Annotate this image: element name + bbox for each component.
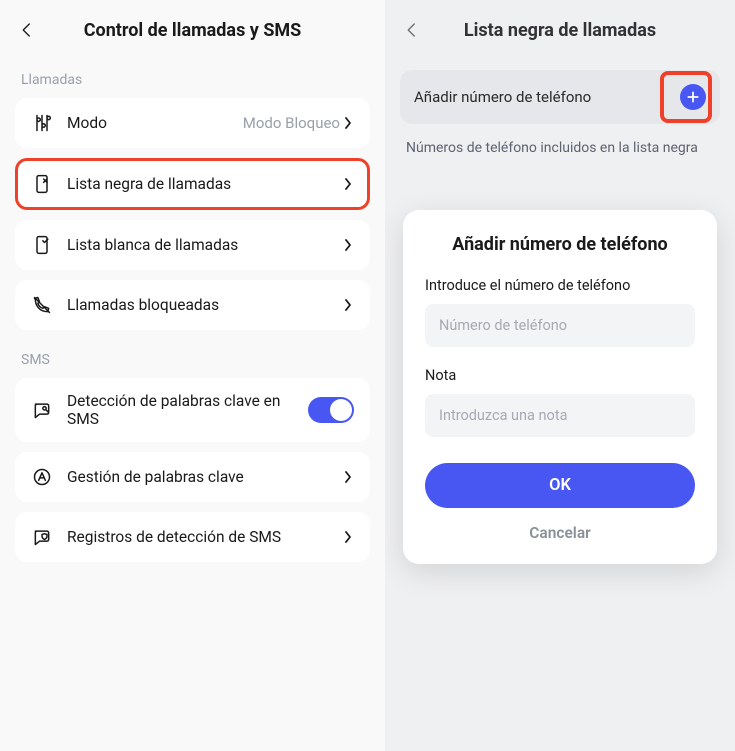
chevron-right-icon: [344, 531, 354, 543]
phone-label: Introduce el número de teléfono: [425, 277, 695, 294]
page-title: Control de llamadas y SMS: [39, 20, 346, 41]
mode-value: Modo Bloqueo: [243, 114, 340, 132]
note-input[interactable]: [425, 394, 695, 437]
chevron-right-icon: [344, 178, 354, 190]
mode-label: Modo: [67, 114, 243, 132]
add-number-modal: Añadir número de teléfono Introduce el n…: [403, 210, 717, 564]
mode-card: Modo Modo Bloqueo: [15, 98, 370, 148]
keywords-label: Gestión de palabras clave: [67, 468, 344, 486]
letter-a-icon: [31, 466, 53, 488]
header: Control de llamadas y SMS: [15, 0, 370, 60]
section-sms: SMS: [15, 340, 370, 378]
sms-detect-toggle[interactable]: [308, 397, 354, 423]
section-calls: Llamadas: [15, 60, 370, 98]
add-button-wrap: [680, 84, 706, 110]
cancel-button[interactable]: Cancelar: [425, 508, 695, 546]
add-number-label: Añadir número de teléfono: [414, 88, 680, 106]
chat-shield-icon: [31, 526, 53, 548]
page-title: Lista negra de llamadas: [424, 20, 696, 41]
sliders-icon: [31, 112, 53, 134]
chat-search-icon: [31, 399, 53, 421]
blacklist-label: Lista negra de llamadas: [67, 175, 344, 193]
mode-row[interactable]: Modo Modo Bloqueo: [15, 98, 370, 148]
keywords-card: Gestión de palabras clave: [15, 452, 370, 502]
phone-check-icon: [31, 234, 53, 256]
blocked-label: Llamadas bloqueadas: [67, 296, 344, 314]
chevron-right-icon: [344, 239, 354, 251]
settings-screen: Control de llamadas y SMS Llamadas Modo …: [0, 0, 385, 751]
sms-logs-card: Registros de detección de SMS: [15, 512, 370, 562]
blacklist-screen: Lista negra de llamadas Añadir número de…: [385, 0, 735, 751]
note-label: Nota: [425, 367, 695, 384]
phone-input[interactable]: [425, 304, 695, 347]
modal-title: Añadir número de teléfono: [425, 234, 695, 255]
keywords-row[interactable]: Gestión de palabras clave: [15, 452, 370, 502]
chevron-right-icon: [344, 471, 354, 483]
chevron-right-icon: [344, 299, 354, 311]
blacklist-row[interactable]: Lista negra de llamadas: [15, 158, 370, 210]
back-button[interactable]: [400, 18, 424, 42]
sms-logs-label: Registros de detección de SMS: [67, 528, 344, 546]
phone-block-icon: [31, 173, 53, 195]
chevron-right-icon: [344, 117, 354, 129]
blacklist-card: Lista negra de llamadas: [15, 158, 370, 210]
header: Lista negra de llamadas: [400, 0, 720, 60]
whitelist-card: Lista blanca de llamadas: [15, 220, 370, 270]
add-number-row[interactable]: Añadir número de teléfono: [400, 70, 720, 124]
phone-blocked-icon: [31, 294, 53, 316]
whitelist-label: Lista blanca de llamadas: [67, 236, 344, 254]
blocked-row[interactable]: Llamadas bloqueadas: [15, 280, 370, 330]
ok-button[interactable]: OK: [425, 463, 695, 508]
back-button[interactable]: [15, 18, 39, 42]
sms-logs-row[interactable]: Registros de detección de SMS: [15, 512, 370, 562]
blocked-card: Llamadas bloqueadas: [15, 280, 370, 330]
blacklist-hint: Números de teléfono incluidos en la list…: [400, 124, 720, 172]
plus-icon[interactable]: [680, 84, 706, 110]
sms-detect-row[interactable]: Detección de palabras clave en SMS: [15, 378, 370, 442]
sms-detect-card: Detección de palabras clave en SMS: [15, 378, 370, 442]
whitelist-row[interactable]: Lista blanca de llamadas: [15, 220, 370, 270]
sms-detect-label: Detección de palabras clave en SMS: [67, 392, 308, 428]
